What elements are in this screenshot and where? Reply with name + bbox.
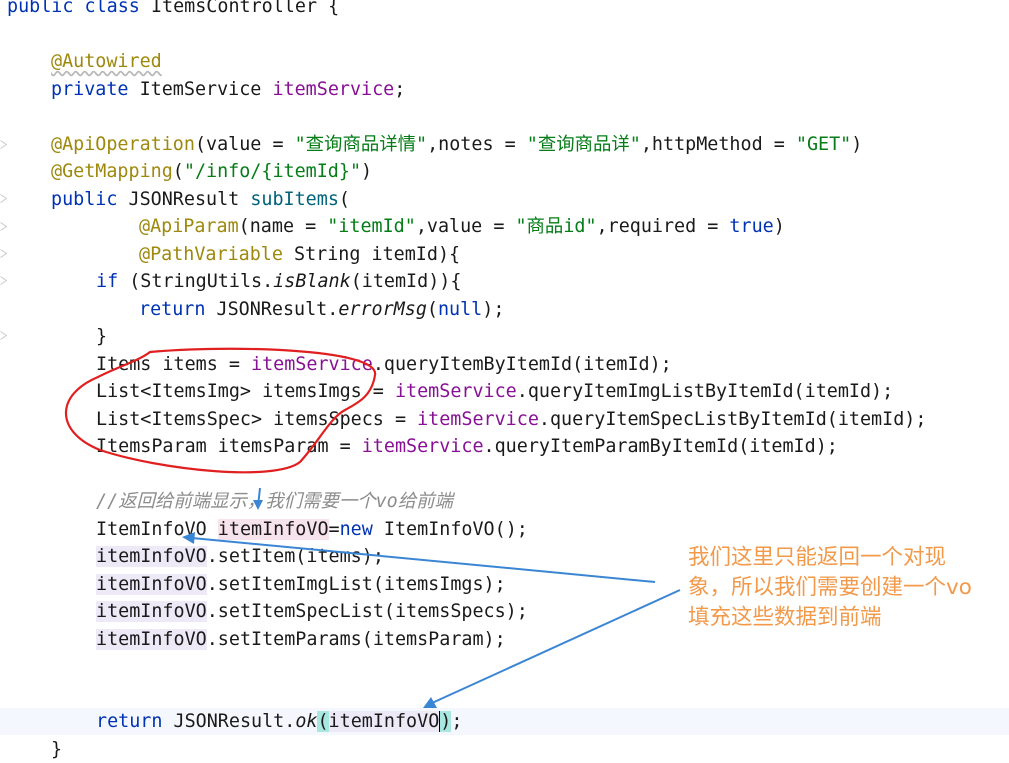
arrow-head-icon: [253, 500, 263, 510]
arrow-to-return: [431, 589, 681, 704]
note-line: 填充这些数据到前端: [688, 605, 882, 630]
arrow-head-icon: [182, 532, 195, 544]
note-line: 我们这里只能返回一个对现: [688, 545, 947, 570]
annotation-note: 我们这里只能返回一个对现 象，所以我们需要创建一个vo 填充这些数据到前端: [688, 543, 1006, 633]
red-circle-annotation: [64, 347, 377, 474]
note-line: 象，所以我们需要创建一个vo: [688, 575, 972, 600]
arrow-to-vo-declaration: [191, 537, 656, 583]
